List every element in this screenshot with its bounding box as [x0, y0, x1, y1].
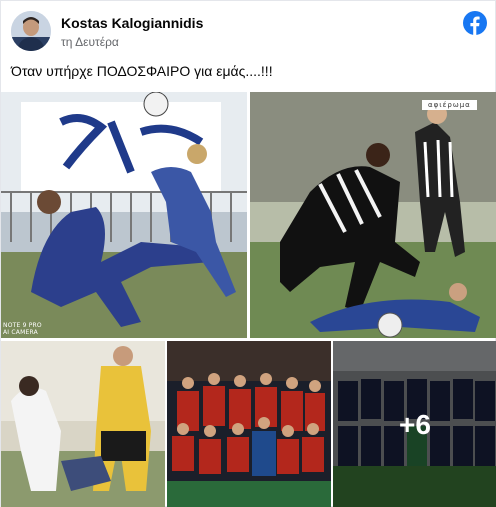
- photo-2[interactable]: αφιέρωμα: [250, 92, 496, 338]
- watermark-camera: AI CAMERA: [3, 329, 38, 336]
- photo-3[interactable]: [1, 341, 165, 507]
- post-text: Όταν υπήρχε ΠΟΔΟΣΦΑΙΡΟ για εμάς....!!!: [11, 63, 273, 79]
- post-header: Kostas Kalogiannidis τη Δευτέρα: [11, 11, 487, 53]
- author-name[interactable]: Kostas Kalogiannidis: [61, 15, 203, 31]
- photo-5-more[interactable]: +6: [333, 341, 496, 507]
- facebook-logo-icon[interactable]: [463, 11, 487, 35]
- author-avatar[interactable]: [11, 11, 51, 51]
- more-photos-count: +6: [399, 408, 431, 440]
- watermark-model: NOTE 9 PRO: [3, 322, 42, 329]
- photo-1[interactable]: NOTE 9 PRO AI CAMERA: [1, 92, 247, 338]
- photo-4[interactable]: [167, 341, 331, 507]
- facebook-post: Kostas Kalogiannidis τη Δευτέρα Όταν υπή…: [0, 0, 496, 507]
- post-timestamp[interactable]: τη Δευτέρα: [61, 35, 119, 49]
- photo-grid: NOTE 9 PRO AI CAMERA αφιέρωμα +6: [1, 92, 496, 507]
- more-photos-overlay[interactable]: +6: [333, 341, 496, 507]
- dedication-stamp: αφιέρωμα: [422, 100, 477, 110]
